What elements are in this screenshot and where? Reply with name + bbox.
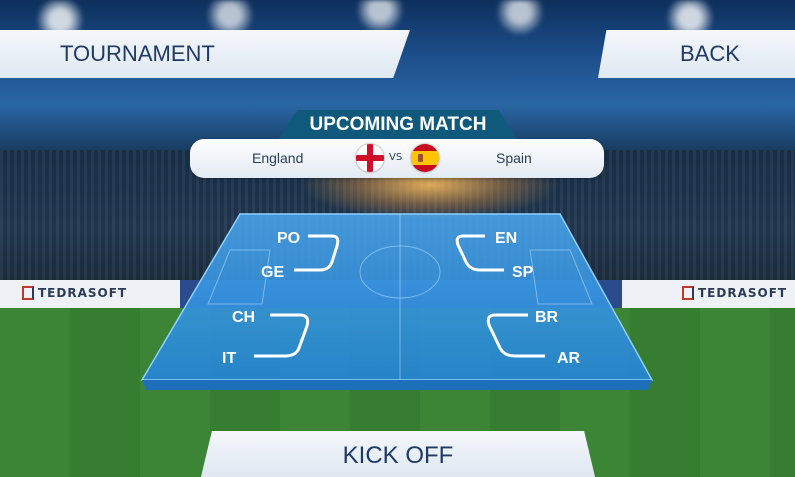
team-code-br[interactable]: BR — [535, 309, 559, 326]
kick-off-label: KICK OFF — [342, 442, 454, 469]
team-code-it[interactable]: IT — [222, 350, 236, 367]
kick-off-button[interactable]: KICK OFF — [200, 431, 596, 477]
bracket-panel-edge — [142, 380, 652, 390]
team-code-sp[interactable]: SP — [512, 264, 534, 281]
team-code-ch[interactable]: CH — [232, 309, 255, 326]
tournament-screen: TEDRASOFT TEDRASOFT TOURNAMENT BACK UPCO… — [0, 0, 795, 477]
team-code-po[interactable]: PO — [277, 230, 300, 247]
team-code-en[interactable]: EN — [495, 230, 517, 247]
team-code-ge[interactable]: GE — [261, 264, 284, 281]
bracket-board: PO GE CH IT EN SP BR AR — [140, 213, 654, 390]
team-code-ar[interactable]: AR — [557, 350, 581, 367]
